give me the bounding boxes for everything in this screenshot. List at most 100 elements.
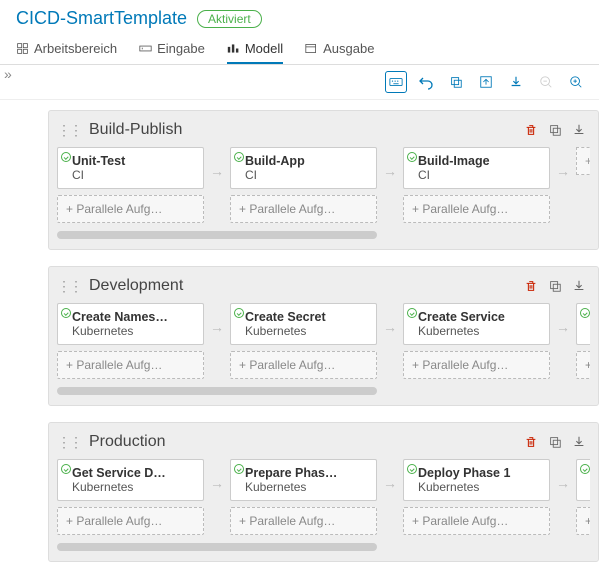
horizontal-scrollbar[interactable] (57, 543, 377, 551)
status-ok-icon (61, 308, 71, 318)
task-name: Build-Image (418, 154, 541, 168)
task-card[interactable]: Veri POLL (576, 459, 590, 501)
task-card[interactable]: Deploy Phase 1 Kubernetes (403, 459, 550, 501)
download-icon[interactable] (505, 71, 527, 93)
expand-panel-icon[interactable]: » (4, 66, 12, 82)
task-card[interactable]: Get Service D… Kubernetes (57, 459, 204, 501)
status-ok-icon (580, 308, 590, 318)
status-ok-icon (234, 464, 244, 474)
tab-label: Modell (245, 41, 283, 56)
add-parallel-button[interactable]: + Parallele Aufg… (57, 351, 204, 379)
add-parallel-button[interactable]: + Parallele Aufg… (403, 195, 550, 223)
workspace-icon (16, 42, 29, 55)
task-type: Kubernetes (72, 324, 195, 338)
add-parallel-button[interactable]: + Para (576, 351, 590, 379)
task-card[interactable]: Creat Kube (576, 303, 590, 345)
drag-handle-icon[interactable]: ⋮⋮ (57, 434, 81, 451)
add-parallel-button[interactable]: + Parallele Aufg… (230, 195, 377, 223)
add-parallel-button[interactable]: + Parallele Aufg… (230, 351, 377, 379)
stage-title: Production (89, 433, 166, 451)
tab-bar: Arbeitsbereich Eingabe Modell Ausgabe (0, 33, 599, 65)
stage-title: Build-Publish (89, 121, 182, 139)
download-stage-icon[interactable] (572, 279, 586, 293)
delete-icon[interactable] (524, 435, 538, 449)
download-stage-icon[interactable] (572, 435, 586, 449)
task-type: Kubernetes (245, 324, 368, 338)
stage: ⋮⋮ Development Create Names… Kubernetes … (48, 266, 599, 406)
status-ok-icon (234, 152, 244, 162)
zoom-in-icon[interactable] (565, 71, 587, 93)
tab-input[interactable]: Eingabe (139, 35, 205, 64)
drag-handle-icon[interactable]: ⋮⋮ (57, 122, 81, 139)
add-sequential-button[interactable]: + Seque (576, 147, 590, 175)
task-card[interactable]: Prepare Phas… Kubernetes (230, 459, 377, 501)
horizontal-scrollbar[interactable] (57, 387, 377, 395)
add-parallel-button[interactable]: + Parallele Aufg… (57, 195, 204, 223)
task-card[interactable]: Create Service Kubernetes (403, 303, 550, 345)
flow-arrow-icon: → (550, 163, 576, 207)
horizontal-scrollbar[interactable] (57, 231, 377, 239)
flow-arrow-icon: → (377, 319, 403, 363)
keyboard-icon[interactable] (385, 71, 407, 93)
delete-icon[interactable] (524, 123, 538, 137)
add-parallel-button[interactable]: + Parallele Aufg… (403, 351, 550, 379)
task-name: Create Names… (72, 310, 195, 324)
status-ok-icon (580, 464, 590, 474)
status-ok-icon (234, 308, 244, 318)
delete-icon[interactable] (524, 279, 538, 293)
add-parallel-button[interactable]: + Parallele Aufg… (403, 507, 550, 535)
stage: ⋮⋮ Production Get Service D… Kubernetes … (48, 422, 599, 562)
task-card[interactable]: Build-App CI (230, 147, 377, 189)
add-parallel-button[interactable]: + Para (576, 507, 590, 535)
duplicate-icon[interactable] (548, 435, 562, 449)
task-card[interactable]: Create Secret Kubernetes (230, 303, 377, 345)
toolbar (0, 65, 599, 100)
task-name: Deploy Phase 1 (418, 466, 541, 480)
task-type: CI (72, 168, 195, 182)
drag-handle-icon[interactable]: ⋮⋮ (57, 278, 81, 295)
task-card[interactable]: Unit-Test CI (57, 147, 204, 189)
export-icon[interactable] (475, 71, 497, 93)
tab-model[interactable]: Modell (227, 35, 283, 64)
task-type: Kubernetes (72, 480, 195, 494)
flow-arrow-icon: → (204, 475, 230, 519)
task-card[interactable]: Build-Image CI (403, 147, 550, 189)
status-badge: Aktiviert (197, 10, 262, 28)
output-icon (305, 42, 318, 55)
download-stage-icon[interactable] (572, 123, 586, 137)
tab-label: Eingabe (157, 41, 205, 56)
tab-label: Arbeitsbereich (34, 41, 117, 56)
status-ok-icon (61, 152, 71, 162)
task-name: Create Secret (245, 310, 368, 324)
status-ok-icon (407, 308, 417, 318)
task-type: CI (245, 168, 368, 182)
undo-icon[interactable] (415, 71, 437, 93)
stage-title: Development (89, 277, 183, 295)
stage: ⋮⋮ Build-Publish Unit-Test CI + Parallel… (48, 110, 599, 250)
flow-arrow-icon: → (550, 475, 576, 519)
task-type: Kubernetes (245, 480, 368, 494)
task-name: Prepare Phas… (245, 466, 368, 480)
task-card[interactable]: Create Names… Kubernetes (57, 303, 204, 345)
duplicate-icon[interactable] (548, 279, 562, 293)
add-parallel-button[interactable]: + Parallele Aufg… (57, 507, 204, 535)
tab-output[interactable]: Ausgabe (305, 35, 374, 64)
status-ok-icon (61, 464, 71, 474)
duplicate-icon[interactable] (548, 123, 562, 137)
task-type: Kubernetes (418, 480, 541, 494)
task-name: Get Service D… (72, 466, 195, 480)
model-icon (227, 42, 240, 55)
flow-arrow-icon: → (377, 475, 403, 519)
task-name: Create Service (418, 310, 541, 324)
copy-icon[interactable] (445, 71, 467, 93)
tab-workspace[interactable]: Arbeitsbereich (16, 35, 117, 64)
zoom-out-icon[interactable] (535, 71, 557, 93)
flow-arrow-icon: → (550, 319, 576, 363)
flow-arrow-icon: → (204, 319, 230, 363)
task-name: Unit-Test (72, 154, 195, 168)
flow-arrow-icon: → (377, 163, 403, 207)
add-parallel-button[interactable]: + Parallele Aufg… (230, 507, 377, 535)
task-type: CI (418, 168, 541, 182)
input-icon (139, 42, 152, 55)
task-type: Kubernetes (418, 324, 541, 338)
